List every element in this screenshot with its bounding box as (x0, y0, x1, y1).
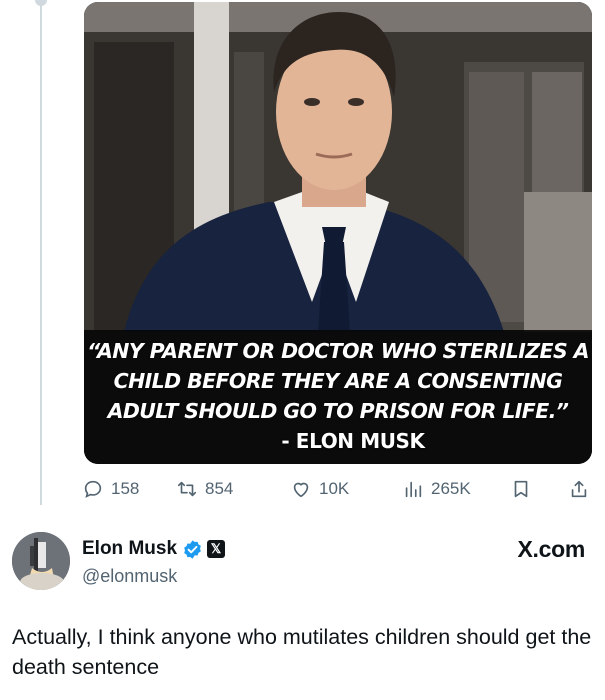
author-name-row: Elon Musk 𝕏 (82, 538, 226, 560)
author-name[interactable]: Elon Musk (82, 538, 177, 560)
retweet-count: 854 (205, 479, 234, 498)
share-button[interactable] (568, 474, 597, 504)
thread-dot (35, 0, 47, 6)
quote-line: “ANY PARENT OR DOCTOR WHO STERILIZES A (87, 339, 589, 363)
tweet-text: Actually, I think anyone who mutilates c… (12, 625, 592, 679)
share-icon (571, 480, 587, 498)
author-header: Elon Musk 𝕏 @elonmusk X.com (12, 530, 597, 600)
quote-line: CHILD BEFORE THEY ARE A CONSENTING (113, 369, 563, 393)
quote-caption: “ANY PARENT OR DOCTOR WHO STERILIZES A C… (84, 336, 592, 456)
views-icon (405, 481, 422, 498)
tweet-media-image[interactable]: “ANY PARENT OR DOCTOR WHO STERILIZES A C… (84, 2, 592, 464)
heart-icon (293, 482, 309, 498)
reply-icon (84, 480, 102, 498)
verified-badge-icon (184, 539, 201, 559)
bookmark-button[interactable] (510, 474, 539, 504)
rocket-launch-image (12, 532, 70, 590)
retweet-icon (177, 481, 197, 497)
like-button[interactable]: 10K (290, 474, 349, 504)
avatar[interactable] (12, 532, 70, 590)
author-handle[interactable]: @elonmusk (82, 566, 177, 587)
views-count: 265K (431, 479, 471, 498)
reply-count: 158 (111, 479, 140, 498)
views-button[interactable]: 265K (402, 474, 471, 504)
retweet-button[interactable]: 854 (176, 474, 233, 504)
bookmark-icon (514, 480, 528, 498)
like-count: 10K (319, 479, 350, 498)
thread-line (40, 0, 42, 505)
x-affiliation-badge-icon: 𝕏 (207, 540, 226, 558)
tweet-action-bar: 158 854 10K 265K (80, 474, 595, 504)
x-watermark: X.com (517, 536, 585, 562)
reply-button[interactable]: 158 (82, 474, 139, 504)
quote-line: ADULT SHOULD GO TO PRISON FOR LIFE.” (107, 399, 569, 423)
quote-attribution: - ELON MUSK (281, 429, 425, 453)
